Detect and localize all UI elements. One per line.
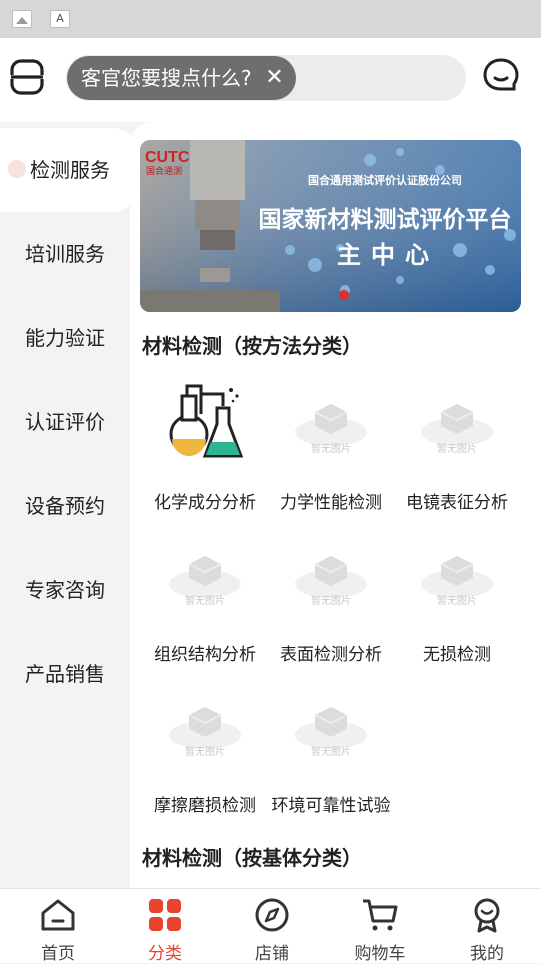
message-icon[interactable] <box>481 56 521 96</box>
search-text: 客官您要搜点什么? <box>81 66 252 90</box>
placeholder-text: 暂无图片 <box>311 594 351 607</box>
header: 客官您要搜点什么? ✕ <box>0 38 541 122</box>
sidebar-item-training-service[interactable]: 培训服务 <box>0 212 130 296</box>
banner-logo: CUTC <box>145 149 190 166</box>
placeholder-image-icon: 暂无图片 <box>421 556 493 607</box>
placeholder-text: 暂无图片 <box>311 745 351 758</box>
tab-label: 分类 <box>148 944 182 964</box>
status-bar: A <box>0 0 541 38</box>
sidebar-item-label: 能力验证 <box>25 326 105 350</box>
sidebar-item-certification[interactable]: 认证评价 <box>0 380 130 464</box>
clear-icon[interactable]: ✕ <box>265 56 283 100</box>
tab-label: 购物车 <box>354 944 406 964</box>
placeholder-image-icon: 暂无图片 <box>295 707 367 758</box>
category-item-label: 电镜表征分析 <box>406 493 508 513</box>
category-item-label: 组织结构分析 <box>154 645 256 665</box>
category-item-label: 无损检测 <box>423 645 491 665</box>
compass-icon <box>255 898 289 932</box>
tab-store[interactable]: 店铺 <box>218 889 326 964</box>
placeholder-image-icon: 暂无图片 <box>169 556 241 607</box>
category-content: CUTC 国合通测 国合通用测试评价认证股份公司 国家新材料测试评价平台 主中心… <box>130 122 541 888</box>
section-title-method: 材料检测（按方法分类） <box>142 334 362 358</box>
gallery-notification-icon <box>12 10 32 28</box>
category-item-label: 环境可靠性试验 <box>271 796 391 816</box>
profile-icon <box>474 898 500 933</box>
category-item-label: 表面检测分析 <box>280 645 382 665</box>
sidebar-item-label: 认证评价 <box>25 410 105 434</box>
sidebar-item-label: 专家咨询 <box>25 578 105 602</box>
banner-title: 国家新材料测试评价平台 <box>259 206 512 233</box>
placeholder-image-icon: 暂无图片 <box>295 404 367 455</box>
sidebar-item-label: 产品销售 <box>25 662 105 686</box>
tab-home[interactable]: 首页 <box>4 889 112 964</box>
font-notification-icon: A <box>50 10 70 28</box>
bottom-tab-bar: 首页 分类 店铺 购物车 我的 <box>0 888 541 964</box>
scan-menu-icon[interactable] <box>9 58 45 96</box>
category-sidebar: 检测服务 培训服务 能力验证 认证评价 设备预约 专家咨询 产品销售 <box>0 122 140 888</box>
category-grid-icon <box>149 899 181 931</box>
home-icon <box>41 899 75 931</box>
banner-logo-sub: 国合通测 <box>146 165 182 176</box>
placeholder-text: 暂无图片 <box>311 442 351 455</box>
category-item-label: 力学性能检测 <box>280 493 382 513</box>
banner-company: 国合通用测试评价认证股份公司 <box>308 173 462 187</box>
tab-cart[interactable]: 购物车 <box>326 889 434 964</box>
placeholder-image-icon: 暂无图片 <box>169 707 241 758</box>
sidebar-item-expert-consulting[interactable]: 专家咨询 <box>0 548 130 632</box>
tab-label: 我的 <box>470 944 504 964</box>
placeholder-text: 暂无图片 <box>437 594 477 607</box>
search-keyword-chip[interactable]: 客官您要搜点什么? ✕ <box>67 56 296 100</box>
tab-category[interactable]: 分类 <box>111 889 219 964</box>
placeholder-image-icon: 暂无图片 <box>295 556 367 607</box>
banner-pager-dot[interactable] <box>339 290 349 300</box>
placeholder-text: 暂无图片 <box>185 745 225 758</box>
sidebar-item-label: 设备预约 <box>25 494 105 518</box>
sidebar-item-testing-service[interactable]: 检测服务 <box>0 128 140 212</box>
placeholder-text: 暂无图片 <box>437 442 477 455</box>
sidebar-item-label: 培训服务 <box>25 242 105 266</box>
active-indicator <box>8 160 26 178</box>
tab-label: 首页 <box>41 944 75 964</box>
tab-profile[interactable]: 我的 <box>433 889 541 964</box>
promo-banner[interactable]: CUTC 国合通测 国合通用测试评价认证股份公司 国家新材料测试评价平台 主中心 <box>140 140 521 312</box>
placeholder-text: 暂无图片 <box>185 594 225 607</box>
category-item-label: 摩擦磨损检测 <box>154 796 256 816</box>
section-title-matrix: 材料检测（按基体分类） <box>142 846 362 870</box>
placeholder-image-icon: 暂无图片 <box>421 404 493 455</box>
sidebar-item-product-sales[interactable]: 产品销售 <box>0 632 130 716</box>
chemistry-flask-icon <box>169 384 243 458</box>
banner-subtitle: 主中心 <box>337 240 439 269</box>
search-bar[interactable]: 客官您要搜点什么? ✕ <box>66 55 466 101</box>
sidebar-item-equipment-booking[interactable]: 设备预约 <box>0 464 130 548</box>
cart-icon <box>363 899 398 931</box>
tab-label: 店铺 <box>255 944 289 964</box>
sidebar-item-label: 检测服务 <box>30 158 110 182</box>
sidebar-item-proficiency-testing[interactable]: 能力验证 <box>0 296 130 380</box>
category-item-label: 化学成分分析 <box>154 493 256 513</box>
